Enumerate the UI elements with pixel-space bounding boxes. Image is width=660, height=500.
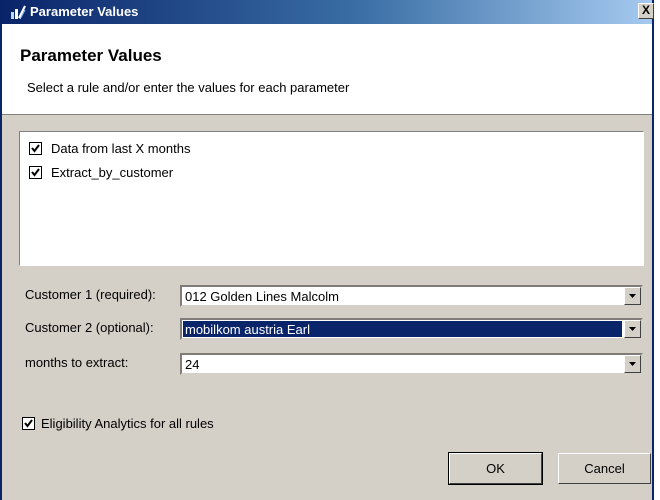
customer-1-label: Customer 1 (required):	[25, 287, 156, 302]
title-bar[interactable]: Parameter Values X	[2, 0, 654, 24]
customer-2-dropdown-button[interactable]	[624, 320, 641, 338]
months-select[interactable]: 24	[180, 353, 643, 375]
rules-list[interactable]: Data from last X months Extract_by_custo…	[19, 131, 644, 266]
close-button[interactable]: X	[638, 3, 654, 19]
chevron-down-icon	[629, 327, 636, 331]
parameter-values-dialog: Parameter Values X Parameter Values Sele…	[0, 0, 654, 500]
customer-2-value: mobilkom austria Earl	[185, 322, 310, 337]
customer-1-select[interactable]: 012 Golden Lines Malcolm	[180, 285, 643, 307]
rule-label: Extract_by_customer	[51, 165, 174, 180]
rule-label: Data from last X months	[51, 141, 191, 156]
customer-2-select[interactable]: mobilkom austria Earl	[180, 318, 643, 340]
customer-1-dropdown-button[interactable]	[624, 287, 641, 305]
header-panel: Parameter Values Select a rule and/or en…	[2, 24, 652, 115]
eligibility-label: Eligibility Analytics for all rules	[41, 416, 214, 431]
customer-1-value: 012 Golden Lines Malcolm	[185, 289, 339, 304]
months-label: months to extract:	[25, 355, 129, 370]
eligibility-checkbox[interactable]	[22, 417, 35, 430]
close-icon: X	[641, 3, 650, 17]
app-icon	[10, 4, 26, 20]
checkmark-icon	[31, 168, 40, 177]
chevron-down-icon	[629, 294, 636, 298]
months-dropdown-button[interactable]	[624, 355, 641, 373]
window-title: Parameter Values	[30, 4, 139, 19]
rule-checkbox[interactable]	[29, 166, 42, 179]
chevron-down-icon	[629, 362, 636, 366]
cancel-button[interactable]: Cancel	[558, 453, 651, 484]
customer-2-label: Customer 2 (optional):	[25, 320, 154, 335]
ok-button[interactable]: OK	[448, 452, 543, 485]
months-value: 24	[185, 357, 200, 372]
checkmark-icon	[31, 144, 40, 153]
checkmark-icon	[24, 419, 33, 428]
page-title: Parameter Values	[20, 46, 162, 65]
rule-checkbox[interactable]	[29, 142, 42, 155]
page-subtitle: Select a rule and/or enter the values fo…	[27, 80, 350, 95]
